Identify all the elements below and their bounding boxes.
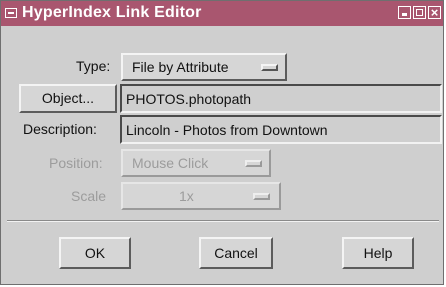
scale-value: 1x bbox=[179, 188, 194, 204]
minimize-icon[interactable] bbox=[398, 6, 411, 19]
title-bar[interactable]: HyperIndex Link Editor × bbox=[1, 1, 443, 26]
description-field[interactable]: Lincoln - Photos from Downtown bbox=[120, 115, 442, 144]
scale-label: Scale bbox=[71, 188, 107, 204]
object-value: PHOTOS.photopath bbox=[126, 91, 252, 107]
position-option-menu: Mouse Click bbox=[121, 149, 271, 177]
option-menu-indicator-icon bbox=[261, 64, 278, 71]
type-option-menu[interactable]: File by Attribute bbox=[121, 53, 287, 81]
position-value: Mouse Click bbox=[132, 155, 209, 171]
description-value: Lincoln - Photos from Downtown bbox=[126, 122, 328, 138]
cancel-button[interactable]: Cancel bbox=[199, 237, 273, 269]
description-label: Description: bbox=[23, 121, 97, 137]
close-icon[interactable]: × bbox=[428, 6, 441, 19]
position-label: Position: bbox=[49, 155, 103, 171]
window-title: HyperIndex Link Editor bbox=[22, 4, 202, 21]
type-value: File by Attribute bbox=[132, 59, 229, 75]
scale-option-menu: 1x bbox=[121, 182, 281, 210]
window-menu-icon[interactable] bbox=[5, 8, 17, 18]
option-menu-indicator-icon bbox=[245, 160, 262, 167]
object-field[interactable]: PHOTOS.photopath bbox=[120, 84, 442, 113]
object-button[interactable]: Object... bbox=[19, 84, 117, 113]
maximize-icon[interactable] bbox=[413, 6, 426, 19]
separator bbox=[7, 220, 439, 222]
help-button[interactable]: Help bbox=[342, 237, 414, 269]
type-label: Type: bbox=[76, 58, 111, 74]
option-menu-indicator-icon bbox=[253, 193, 270, 200]
ok-button[interactable]: OK bbox=[59, 237, 131, 269]
hyperindex-link-editor-window: HyperIndex Link Editor × Type: File by A… bbox=[0, 0, 444, 285]
